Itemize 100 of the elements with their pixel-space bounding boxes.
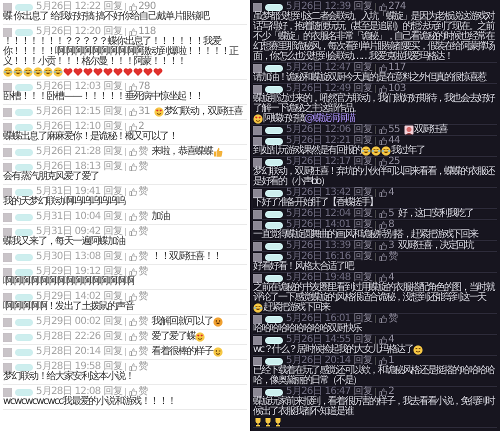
username-redaction	[15, 334, 33, 340]
reply-button[interactable]: 回复	[103, 387, 122, 397]
like-button[interactable]: 274	[379, 2, 406, 12]
like-button[interactable]: 赞	[129, 387, 148, 397]
like-button[interactable]: 2	[379, 387, 394, 397]
like-button[interactable]: 赞	[129, 147, 148, 157]
reply-button[interactable]: 回复	[353, 84, 372, 94]
reply-button[interactable]: 回复	[353, 2, 372, 12]
reply-button[interactable]: 回复	[103, 212, 122, 222]
like-button[interactable]: 4	[379, 273, 394, 283]
like-button[interactable]: 4	[379, 188, 394, 198]
reply-button[interactable]: 回复	[103, 252, 122, 262]
reply-button[interactable]: 回复	[353, 252, 372, 262]
like-button[interactable]: 赞	[129, 252, 148, 262]
username-redaction	[265, 336, 283, 344]
comment-text: 请加油！诡秘和蝶旋双厨今天真的是在意料之外但真的很惊喜惹	[253, 73, 486, 83]
laughing-face-icon	[360, 146, 371, 156]
like-button[interactable]: 44	[379, 136, 400, 146]
reply-button[interactable]: 回复	[103, 147, 122, 157]
reply-button[interactable]: 回复	[353, 314, 372, 324]
like-button[interactable]: 2	[129, 122, 144, 132]
comment-text: 啊啊啊啊啊啊啊啊啊啊啊啊啊啊啊	[3, 277, 134, 287]
thumbs-up-icon	[379, 336, 388, 344]
reply-button[interactable]: 回复	[103, 107, 122, 117]
like-button[interactable]: 8	[379, 220, 394, 230]
like-button[interactable]: 4	[379, 335, 394, 345]
reply-button[interactable]: 回复	[103, 292, 122, 302]
like-button[interactable]: 103	[379, 84, 406, 94]
reply-button[interactable]: 回复	[103, 267, 122, 277]
like-button[interactable]: 117	[379, 63, 406, 73]
like-button[interactable]: 1	[379, 356, 394, 366]
like-button[interactable]: 赞	[379, 314, 398, 324]
like-button[interactable]: 赞	[129, 332, 148, 342]
comment-text: 加油	[152, 212, 170, 222]
comment-date: 5月26日 14:01	[286, 220, 350, 230]
reply-button[interactable]: 回复	[103, 332, 122, 342]
comment-text: 爱了爱了蝶	[152, 332, 196, 342]
like-button[interactable]: 55	[379, 125, 400, 135]
reply-button[interactable]: 回复	[103, 27, 122, 37]
reply-button[interactable]: 回复	[353, 387, 372, 397]
smiling-face-icon	[412, 345, 423, 355]
thumbs-up-icon	[379, 3, 388, 11]
reply-button[interactable]: 回复	[353, 209, 372, 219]
laughing-face-icon	[43, 67, 53, 77]
like-button[interactable]: 赞	[129, 212, 148, 222]
comment-text: 梦幻联动，双厨狂喜！弃坑的小伙伴可以回来看看，蝶蝶的衣服还是好看的（小声bb）	[253, 167, 496, 187]
reply-button[interactable]: 回复	[353, 356, 372, 366]
reply-button[interactable]: 回复	[103, 362, 122, 372]
reply-button[interactable]: 回复	[103, 2, 122, 12]
like-button[interactable]: 3	[379, 241, 394, 251]
reply-button[interactable]: 回复	[353, 157, 372, 167]
like-button[interactable]: 赞	[129, 362, 148, 372]
username-redaction	[265, 316, 283, 322]
reply-button[interactable]: 回复	[103, 82, 122, 92]
thumbs-up-icon	[129, 363, 138, 371]
comment-text: 我过年了	[390, 146, 424, 156]
reply-button[interactable]: 回复	[103, 122, 122, 132]
thumbs-up-icon	[129, 83, 138, 91]
avatar-placeholder	[253, 64, 262, 72]
like-button[interactable]: 赞	[129, 347, 148, 357]
like-button[interactable]: 290	[129, 2, 156, 12]
reply-button[interactable]: 回复	[353, 273, 372, 283]
like-button[interactable]: 赞	[379, 252, 398, 262]
reply-button[interactable]: 回复	[353, 335, 372, 345]
comment-date: 5月30日 13:08	[36, 252, 100, 262]
like-button[interactable]: 赞	[129, 317, 148, 327]
comment-text: 卧槽！！！卧槽——！！！！！垂死病中惊坐起！！	[3, 92, 204, 102]
reply-button[interactable]: 回复	[103, 347, 122, 357]
comment-date: 5月26日 16:47	[286, 387, 350, 397]
thumbs-up-icon	[129, 148, 138, 156]
avatar-placeholder	[253, 188, 262, 198]
username-redaction	[265, 358, 283, 364]
like-button[interactable]: 赞	[129, 292, 148, 302]
like-button[interactable]: 78	[129, 82, 150, 92]
reply-button[interactable]: 回复	[353, 188, 372, 198]
reply-button[interactable]: 回复	[353, 220, 372, 230]
thumbs-up-icon	[379, 388, 388, 396]
reply-button[interactable]: 回复	[353, 241, 372, 251]
reply-button[interactable]: 回复	[353, 136, 372, 146]
reply-button[interactable]: 回复	[103, 227, 122, 237]
like-button[interactable]: 25	[379, 157, 400, 167]
thumbs-up-icon	[379, 85, 388, 93]
laughing-face-icon	[23, 67, 33, 77]
reply-button[interactable]: 回复	[103, 162, 122, 172]
like-button[interactable]: 赞	[129, 162, 148, 172]
like-button[interactable]: 31	[129, 107, 150, 117]
reply-button[interactable]: 回复	[353, 63, 372, 73]
comment-text: 好，这口安利我吃了	[398, 209, 473, 219]
like-button[interactable]: 赞	[129, 227, 148, 237]
thumbs-up-icon	[379, 210, 388, 218]
like-button[interactable]: 赞	[129, 187, 148, 197]
comment-date: 5月29日 19:12	[36, 267, 100, 277]
reply-button[interactable]: 回复	[103, 317, 122, 327]
like-button[interactable]: 赞	[129, 267, 148, 277]
like-button[interactable]: 118	[129, 27, 156, 37]
reply-button[interactable]: 回复	[353, 125, 372, 135]
mention-link[interactable]: @蝶旋洞洞喵	[304, 114, 354, 124]
like-button[interactable]: 5	[379, 209, 394, 219]
reply-button[interactable]: 回复	[103, 187, 122, 197]
laughing-face-icon	[380, 146, 391, 156]
